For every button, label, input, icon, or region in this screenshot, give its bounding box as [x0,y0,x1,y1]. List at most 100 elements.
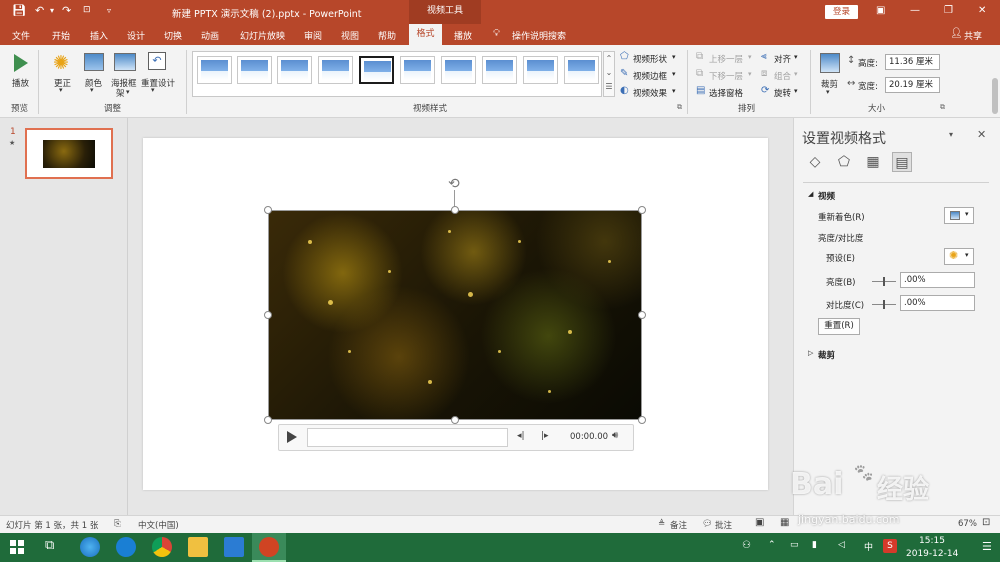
normal-view-icon[interactable]: ▣ [755,517,764,528]
ribbon-scrollbar[interactable] [992,78,998,114]
poster-frame-icon[interactable] [114,53,136,71]
dropdown-arrow-icon[interactable]: ▾ [672,70,676,78]
resize-handle[interactable] [264,311,272,319]
video-style-thumb[interactable] [441,56,476,84]
battery-icon[interactable]: ▮ [812,540,817,550]
volume-icon[interactable]: 🔊︎ [612,430,618,441]
tab-format[interactable]: 格式 [409,24,442,45]
powerpoint-icon[interactable] [259,537,279,557]
video-effects-button[interactable]: 视频效果 [633,87,667,99]
tray-expand-icon[interactable]: ⌃ [768,540,776,550]
video-style-thumb[interactable] [482,56,517,84]
brightness-input[interactable]: .00% [900,272,975,288]
resize-handle[interactable] [638,311,646,319]
recolor-dropdown[interactable]: ▾ [944,207,974,224]
resize-handle[interactable] [451,206,459,214]
step-forward-icon[interactable]: |▸ [541,431,549,441]
windows-start-icon[interactable] [10,540,24,554]
align-icon[interactable]: ⫷ [761,51,767,62]
tab-home[interactable]: 开始 [52,29,70,42]
redo-icon[interactable]: ↷ [62,4,71,17]
dropdown-arrow-icon[interactable]: ▾ [672,87,676,95]
tab-file[interactable]: 文件 [12,29,30,42]
tab-animations[interactable]: 动画 [201,29,219,42]
align-button[interactable]: 对齐 [774,53,791,65]
slide-thumbnail[interactable] [25,128,113,179]
ribbon-display-options-icon[interactable]: ▣ [876,5,885,16]
people-icon[interactable]: ⚇ [742,540,751,551]
brightness-slider-thumb[interactable] [883,277,885,286]
ime-indicator[interactable]: 中 [864,540,873,553]
play-pause-icon[interactable] [287,431,297,443]
color-icon[interactable] [84,53,104,71]
video-style-thumb[interactable] [523,56,558,84]
clock-date[interactable]: 2019-12-14 [906,549,958,559]
app-icon[interactable] [224,537,244,557]
language-status[interactable]: 中文(中国) [138,519,179,531]
resize-handle[interactable] [264,206,272,214]
effects-icon[interactable]: ⬠ [834,152,854,172]
tab-view[interactable]: 视图 [341,29,359,42]
width-input[interactable]: 20.19 厘米 [885,77,940,93]
dropdown-arrow-icon[interactable]: ▾ [826,88,830,96]
selection-pane-button[interactable]: 选择窗格 [709,87,743,99]
notification-icon[interactable]: ☰ [982,540,992,553]
fill-line-icon[interactable]: ◇ [805,152,825,172]
reset-design-button[interactable]: 重置设计 [141,77,175,89]
video-style-thumb[interactable] [277,56,312,84]
selection-pane-icon[interactable]: ▤ [696,85,705,96]
bring-forward-icon[interactable]: ⧉ [696,51,703,62]
save-icon[interactable]: 💾︎ [12,4,26,17]
spell-check-icon[interactable]: ⎘ [114,519,121,529]
tell-me-search[interactable]: 操作说明搜索 [512,29,566,42]
expand-arrow-icon[interactable]: ▷ [808,349,813,357]
video-shape-icon[interactable]: ⬠ [620,51,629,62]
rotate-icon[interactable]: ⟳ [761,85,769,96]
collapse-arrow-icon[interactable]: ◢ [808,190,813,198]
edge-icon[interactable] [116,537,136,557]
sogou-ime-icon[interactable]: S [883,539,897,553]
clock-time[interactable]: 15:15 [919,536,945,546]
tab-review[interactable]: 审阅 [304,29,322,42]
video-border-button[interactable]: 视频边框 [633,70,667,82]
video-style-thumb[interactable] [400,56,435,84]
step-back-icon[interactable]: ◂| [517,431,525,441]
customize-toolbar-icon[interactable]: ▿ [107,6,111,15]
video-style-thumb[interactable] [564,56,599,84]
preset-dropdown[interactable]: ✺ ▾ [944,248,974,265]
dropdown-arrow-icon[interactable]: ▾ [794,87,798,95]
notes-button[interactable]: 备注 [670,519,687,531]
play-icon[interactable] [14,54,28,72]
dialog-launcher-icon[interactable]: ⧉ [940,103,945,112]
size-properties-icon[interactable]: ▦ [863,152,883,172]
video-section-header[interactable]: 视频 [818,190,835,202]
minimize-icon[interactable]: — [910,5,920,16]
dialog-launcher-icon[interactable]: ⧉ [677,103,682,112]
video-style-thumb[interactable] [318,56,353,84]
crop-section-header[interactable]: 裁剪 [818,349,835,361]
tab-slideshow[interactable]: 幻灯片放映 [240,29,285,42]
corrections-icon[interactable]: ✺ [53,52,69,74]
tab-help[interactable]: 帮助 [378,29,396,42]
height-input[interactable]: 11.36 厘米 [885,54,940,70]
chrome-icon[interactable] [152,537,172,557]
dropdown-arrow-icon[interactable]: ▾ [794,53,798,61]
undo-icon[interactable]: ↶ [35,4,44,17]
ie-icon[interactable] [80,537,100,557]
reset-button[interactable]: 重置(R) [818,318,860,335]
tab-playback[interactable]: 播放 [454,29,472,42]
dropdown-arrow-icon[interactable]: ▾ [90,86,94,94]
send-backward-button[interactable]: 下移一层 [709,70,743,82]
close-icon[interactable]: ✕ [978,5,986,16]
gallery-scroll[interactable]: ⌃ ⌄ ☰ [603,51,615,97]
tab-transitions[interactable]: 切换 [164,29,182,42]
dropdown-arrow-icon[interactable]: ▾ [126,88,130,96]
start-from-beginning-icon[interactable]: ⊡ [83,5,91,15]
zoom-level[interactable]: 67% [958,519,977,529]
tab-design[interactable]: 设计 [127,29,145,42]
seek-bar[interactable] [307,428,508,447]
resize-handle[interactable] [264,416,272,424]
restore-icon[interactable]: ❐ [944,5,953,16]
dropdown-arrow-icon[interactable]: ▾ [794,70,798,78]
network-icon[interactable]: ▭ [790,540,799,550]
